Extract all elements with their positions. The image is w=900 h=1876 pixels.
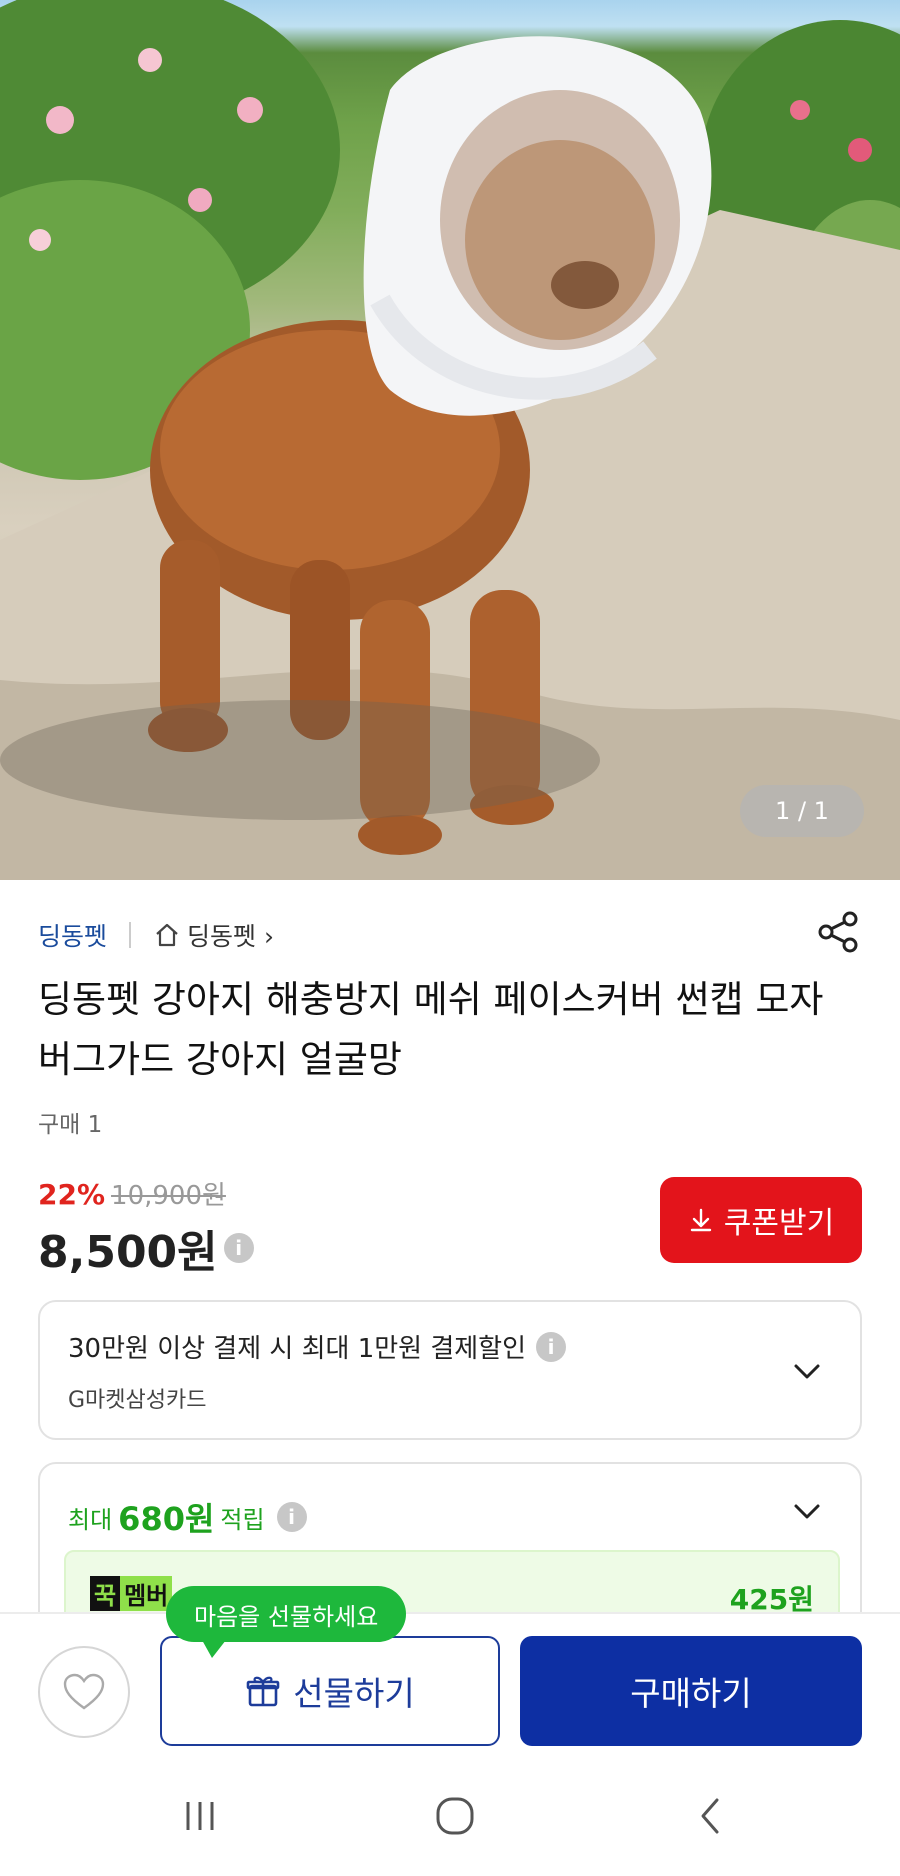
gift-button-label: 선물하기 [293,1675,415,1712]
product-title: 딩동펫 강아지 해충방지 메쉬 페이스커버 썬캡 모자 버그가드 강아지 얼굴망 [38,978,824,1081]
card-issuer: G마켓삼성카드 [68,1388,207,1413]
info-icon[interactable]: i [223,1233,254,1263]
chevron-down-icon[interactable] [792,1356,822,1386]
seller-name-link[interactable]: 딩동펫 [38,917,107,953]
member-badge: 꾹 멤버 [90,1576,173,1611]
home-circle-icon [436,1797,474,1835]
back-icon [701,1798,719,1834]
purchase-count: 구매 1 [38,1112,103,1138]
home-button[interactable] [425,1786,485,1846]
info-icon[interactable]: i [276,1502,307,1532]
member-badge-2: 멤버 [120,1576,173,1611]
store-home-label: 딩동펫 › [187,922,274,951]
recent-apps-icon [186,1802,214,1830]
product-image[interactable]: 1 / 1 [0,0,900,880]
divider [129,922,132,948]
system-nav-bar [0,1762,900,1876]
price-area: 22% 10,900원 8,500원 i [38,1175,254,1280]
buy-button[interactable]: 구매하기 [520,1636,862,1746]
card-discount-text: 30만원 이상 결제 시 최대 1만원 결제할인 [68,1334,527,1364]
seller-row: 딩동펫 딩동펫 › [38,911,862,955]
points-suffix: 적립 [220,1505,265,1534]
info-icon[interactable]: i [536,1331,567,1362]
image-counter: 1 / 1 [740,785,864,837]
coupon-download-label: 쿠폰받기 [723,1207,835,1240]
card-discount-panel[interactable]: 30만원 이상 결제 시 최대 1만원 결제할인 i G마켓삼성카드 [38,1300,862,1440]
home-icon [156,923,178,947]
heart-icon [63,1673,105,1710]
discount-rate: 22% [38,1178,106,1211]
sale-price: 8,500원 [38,1227,218,1278]
original-price: 10,900원 [111,1181,226,1211]
bottom-action-bar: 선물하기 구매하기 [0,1612,900,1762]
share-icon[interactable] [816,909,862,955]
chevron-down-icon[interactable] [792,1496,822,1526]
back-button[interactable] [680,1786,740,1846]
member-badge-1: 꾹 [90,1576,121,1611]
download-icon [690,1208,711,1232]
coupon-download-button[interactable]: 쿠폰받기 [660,1177,862,1263]
recent-apps-button[interactable] [170,1786,230,1846]
gift-icon [246,1676,280,1707]
gift-tooltip: 마음을 선물하세요 [166,1586,407,1658]
points-prefix: 최대 [68,1505,113,1534]
product-photo [0,0,900,880]
wishlist-button[interactable] [38,1646,130,1738]
store-home-link[interactable]: 딩동펫 › [153,917,274,953]
points-amount: 680원 [118,1500,215,1538]
